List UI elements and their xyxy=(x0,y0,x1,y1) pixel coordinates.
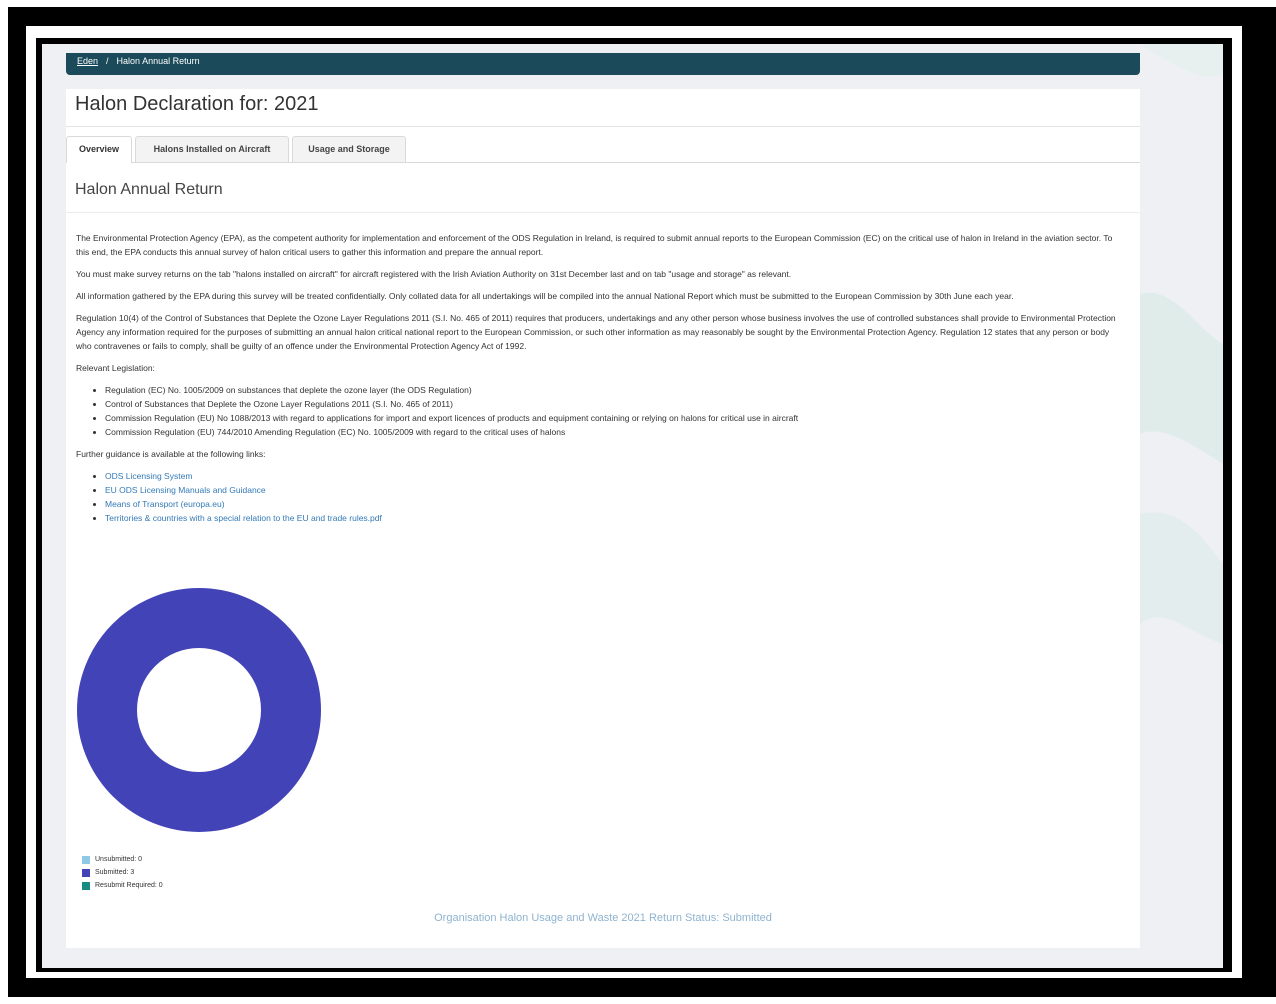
territories-pdf-link[interactable]: Territories & countries with a special r… xyxy=(105,513,382,523)
section-title: Halon Annual Return xyxy=(75,181,223,198)
legislation-item: Commission Regulation (EU) 744/2010 Amen… xyxy=(105,425,1126,439)
legislation-item: Commission Regulation (EU) No 1088/2013 … xyxy=(105,411,1126,425)
guidance-item: Territories & countries with a special r… xyxy=(105,511,1126,525)
tab-overview[interactable]: Overview xyxy=(66,136,132,163)
legend-swatch xyxy=(82,855,90,864)
app-screen: Eden / Halon Annual Return Halon Declarati… xyxy=(42,44,1223,968)
tab-halons-installed-on-aircraft[interactable]: Halons Installed on Aircraft xyxy=(135,136,289,162)
chart-legend: Unsubmitted: 0 Submitted: 3 Resubmit Req… xyxy=(82,853,163,892)
legend-item-resubmit-required: Resubmit Required: 0 xyxy=(82,879,163,892)
guidance-heading: Further guidance is available at the fol… xyxy=(76,449,266,459)
intro-paragraph: The Environmental Protection Agency (EPA… xyxy=(76,233,1113,257)
tab-usage-and-storage[interactable]: Usage and Storage xyxy=(292,136,406,162)
guidance-item: EU ODS Licensing Manuals and Guidance xyxy=(105,483,1126,497)
legend-swatch xyxy=(82,868,90,877)
legend-item-unsubmitted: Unsubmitted: 0 xyxy=(82,853,163,866)
means-of-transport-link[interactable]: Means of Transport (europa.eu) xyxy=(105,499,225,509)
ods-licensing-link[interactable]: ODS Licensing System xyxy=(105,471,192,481)
legend-label: Unsubmitted: 0 xyxy=(95,856,143,863)
guidance-item: Means of Transport (europa.eu) xyxy=(105,497,1126,511)
breadcrumb-separator: / xyxy=(106,56,109,66)
legend-label: Resubmit Required: 0 xyxy=(95,882,163,889)
breadcrumb: Eden / Halon Annual Return xyxy=(66,53,1140,75)
section-divider xyxy=(66,212,1140,213)
title-divider xyxy=(66,126,1140,127)
intro-content: The Environmental Protection Agency (EPA… xyxy=(76,231,1126,533)
intro-paragraph: You must make survey returns on the tab … xyxy=(76,269,792,279)
legislation-heading: Relevant Legislation: xyxy=(76,363,155,373)
guidance-item: ODS Licensing System xyxy=(105,469,1126,483)
legislation-item: Regulation (EC) No. 1005/2009 on substan… xyxy=(105,383,1126,397)
legislation-item: Control of Substances that Deplete the O… xyxy=(105,397,1126,411)
intro-paragraph: All information gathered by the EPA duri… xyxy=(76,291,1014,301)
donut-slice-submitted[interactable] xyxy=(77,588,321,832)
page-title: Halon Declaration for: 2021 xyxy=(75,93,319,115)
donut-svg xyxy=(77,588,321,832)
legislation-list: Regulation (EC) No. 1005/2009 on substan… xyxy=(76,383,1126,439)
intro-paragraph: Regulation 10(4) of the Control of Subst… xyxy=(76,313,1116,351)
guidance-list: ODS Licensing System EU ODS Licensing Ma… xyxy=(76,469,1126,525)
tab-bar: Overview Halons Installed on Aircraft Us… xyxy=(66,136,1140,163)
eu-ods-manuals-link[interactable]: EU ODS Licensing Manuals and Guidance xyxy=(105,485,266,495)
legend-label: Submitted: 3 xyxy=(95,869,135,876)
status-donut-chart xyxy=(76,587,322,833)
main-panel: Halon Declaration for: 2021 Overview Hal… xyxy=(66,89,1140,948)
legend-swatch xyxy=(82,881,90,890)
return-status-text: Organisation Halon Usage and Waste 2021 … xyxy=(434,912,772,924)
breadcrumb-home-link[interactable]: Eden xyxy=(77,56,98,66)
breadcrumb-current: Halon Annual Return xyxy=(116,56,200,66)
legend-item-submitted: Submitted: 3 xyxy=(82,866,163,879)
